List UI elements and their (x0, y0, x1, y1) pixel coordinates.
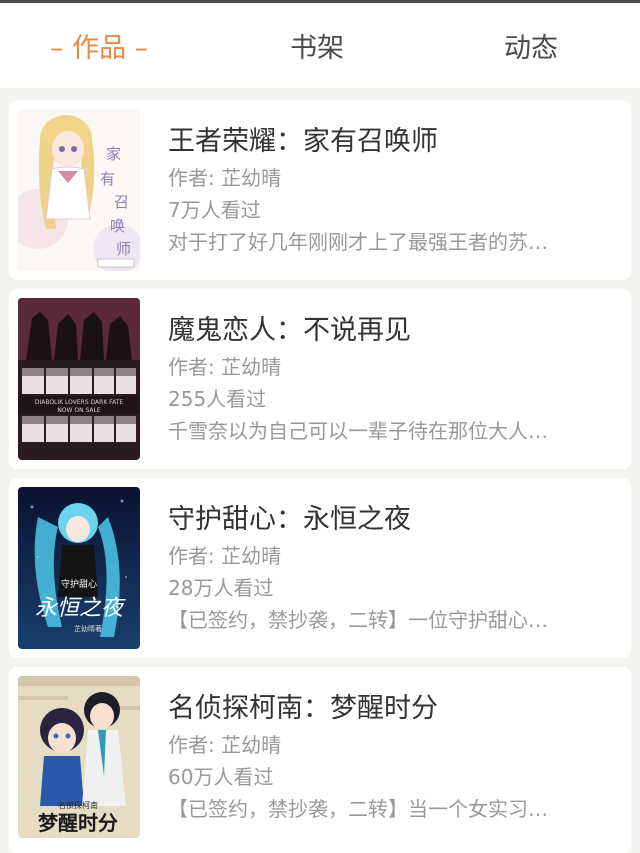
work-author: 作者: 芷幼晴 (168, 733, 282, 757)
svg-text:家: 家 (106, 145, 121, 163)
book-cover[interactable]: 家 有 召 唤 师 (18, 109, 140, 271)
svg-text:NOW ON SALE: NOW ON SALE (57, 407, 101, 414)
book-cover[interactable]: 名侦探柯南 梦醒时分 (18, 676, 140, 838)
work-card[interactable]: 守护甜心 永恒之夜 芷幼晴著 守护甜心：永恒之夜 作者: 芷幼晴 28万人看过 … (9, 478, 631, 658)
svg-text:芷幼晴著: 芷幼晴著 (74, 624, 102, 633)
svg-text:永恒之夜: 永恒之夜 (35, 596, 126, 621)
work-title[interactable]: 守护甜心：永恒之夜 (168, 500, 613, 540)
svg-text:梦醒时分: 梦醒时分 (38, 811, 118, 835)
work-views: 255人看过 (168, 387, 267, 411)
work-description: 对于打了好几年刚刚才上了最强王者的苏… (168, 230, 548, 254)
tab-works[interactable]: – 作品 – (50, 3, 148, 88)
work-views: 7万人看过 (168, 198, 261, 222)
tab-bookshelf[interactable]: 书架 (290, 3, 344, 88)
work-title[interactable]: 名侦探柯南：梦醒时分 (168, 689, 613, 729)
svg-text:DIABOLIK LOVERS DARK FATE: DIABOLIK LOVERS DARK FATE (35, 399, 124, 406)
book-cover[interactable]: DIABOLIK LOVERS DARK FATE NOW ON SALE (18, 298, 140, 460)
svg-text:唤: 唤 (110, 217, 125, 235)
work-card[interactable]: DIABOLIK LOVERS DARK FATE NOW ON SALE 魔鬼… (9, 289, 631, 469)
work-title[interactable]: 魔鬼恋人：不说再见 (168, 311, 613, 351)
work-description: 千雪奈以为自己可以一辈子待在那位大人… (168, 419, 548, 443)
tab-activity[interactable]: 动态 (504, 3, 558, 88)
work-views: 28万人看过 (168, 576, 274, 600)
work-title[interactable]: 王者荣耀：家有召唤师 (168, 122, 613, 162)
work-author: 作者: 芷幼晴 (168, 544, 282, 568)
work-description: 【已签约，禁抄袭，二转】一位守护甜心… (168, 608, 548, 632)
svg-text:召: 召 (114, 193, 129, 211)
work-card[interactable]: 家 有 召 唤 师 王者荣耀：家有召唤师 作者: 芷幼晴 7万人看过 对于打了好… (9, 100, 631, 280)
work-description: 【已签约，禁抄袭，二转】当一个女实习… (168, 797, 548, 821)
work-views: 60万人看过 (168, 765, 274, 789)
work-author: 作者: 芷幼晴 (168, 166, 282, 190)
tab-bar: – 作品 – 书架 动态 (0, 3, 640, 88)
svg-text:师: 师 (116, 240, 131, 258)
svg-text:有: 有 (100, 170, 115, 188)
svg-text:名侦探柯南: 名侦探柯南 (58, 800, 98, 810)
svg-text:守护甜心: 守护甜心 (61, 578, 97, 590)
work-card[interactable]: 名侦探柯南 梦醒时分 名侦探柯南：梦醒时分 作者: 芷幼晴 60万人看过 【已签… (9, 667, 631, 853)
work-author: 作者: 芷幼晴 (168, 355, 282, 379)
book-cover[interactable]: 守护甜心 永恒之夜 芷幼晴著 (18, 487, 140, 649)
